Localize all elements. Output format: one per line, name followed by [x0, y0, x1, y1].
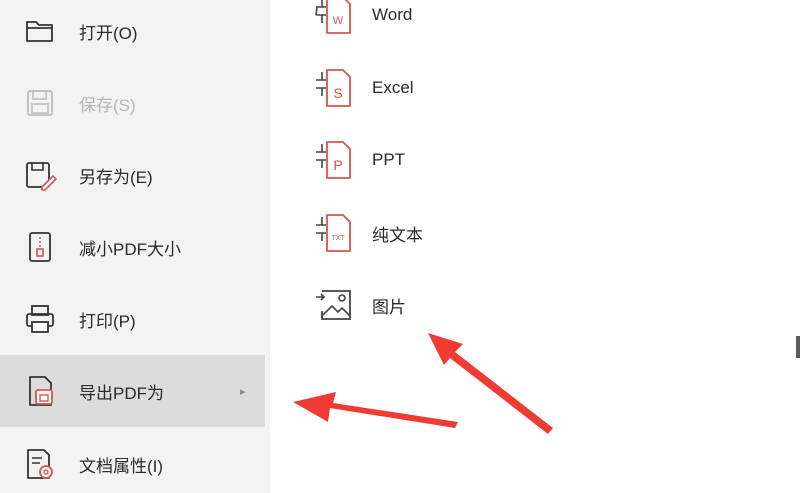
- export-submenu: W Word S Excel P PPT TXT 纯文本 图片: [270, 0, 800, 493]
- txt-export-icon: TXT: [316, 214, 351, 252]
- icon-glyph: P: [333, 157, 342, 173]
- export-item-plain-text[interactable]: TXT 纯文本: [310, 203, 610, 263]
- menu-item-open[interactable]: 打开(O): [0, 0, 265, 67]
- export-item-label: 图片: [372, 297, 406, 317]
- window-edge-handle: [796, 336, 800, 358]
- menu-item-print[interactable]: 打印(P): [0, 283, 265, 355]
- ppt-export-icon: P: [316, 141, 351, 179]
- export-item-excel[interactable]: S Excel: [310, 58, 610, 118]
- menu-item-save[interactable]: 保存(S): [0, 67, 265, 139]
- export-item-label: Excel: [372, 78, 414, 97]
- menu-item-document-properties[interactable]: 文档属性(I): [0, 428, 265, 493]
- export-item-ppt[interactable]: P PPT: [310, 130, 610, 190]
- menu-item-label: 另存为(E): [79, 167, 153, 187]
- export-item-image[interactable]: 图片: [310, 275, 610, 335]
- excel-export-icon: S: [316, 69, 351, 107]
- menu-item-export-pdf[interactable]: 导出PDF为 ▸: [0, 355, 265, 427]
- file-menu: 打开(O) 保存(S) 另存为(E) 减小PDF大小 打印(P) 导出PDF为 …: [0, 0, 270, 493]
- menu-item-label: 减小PDF大小: [79, 239, 181, 259]
- export-item-label: PPT: [372, 150, 406, 169]
- export-pdf-icon: [29, 376, 53, 406]
- folder-open-icon: [26, 21, 53, 42]
- icon-glyph: TXT: [331, 235, 345, 242]
- export-item-label: 纯文本: [372, 225, 423, 245]
- menu-item-reduce-size[interactable]: 减小PDF大小: [0, 211, 265, 283]
- menu-item-label: 打开(O): [79, 23, 138, 43]
- icon-glyph: W: [333, 15, 344, 27]
- menu-item-label: 保存(S): [79, 95, 136, 115]
- menu-item-save-as[interactable]: 另存为(E): [0, 139, 265, 211]
- submenu-chevron-icon: ▸: [240, 385, 246, 398]
- menu-item-label: 文档属性(I): [79, 456, 164, 476]
- printer-icon: [26, 305, 54, 333]
- save-as-icon: [26, 162, 58, 191]
- save-icon: [27, 90, 53, 116]
- document-properties-icon: [27, 449, 53, 479]
- export-item-word[interactable]: W Word: [310, 0, 610, 45]
- compress-pdf-icon: [29, 232, 51, 262]
- export-item-label: Word: [372, 5, 413, 24]
- word-export-icon: W: [315, 0, 351, 34]
- icon-glyph: S: [333, 85, 342, 101]
- menu-item-label: 打印(P): [79, 311, 136, 331]
- image-export-icon: [316, 290, 351, 320]
- menu-item-label: 导出PDF为: [79, 383, 164, 403]
